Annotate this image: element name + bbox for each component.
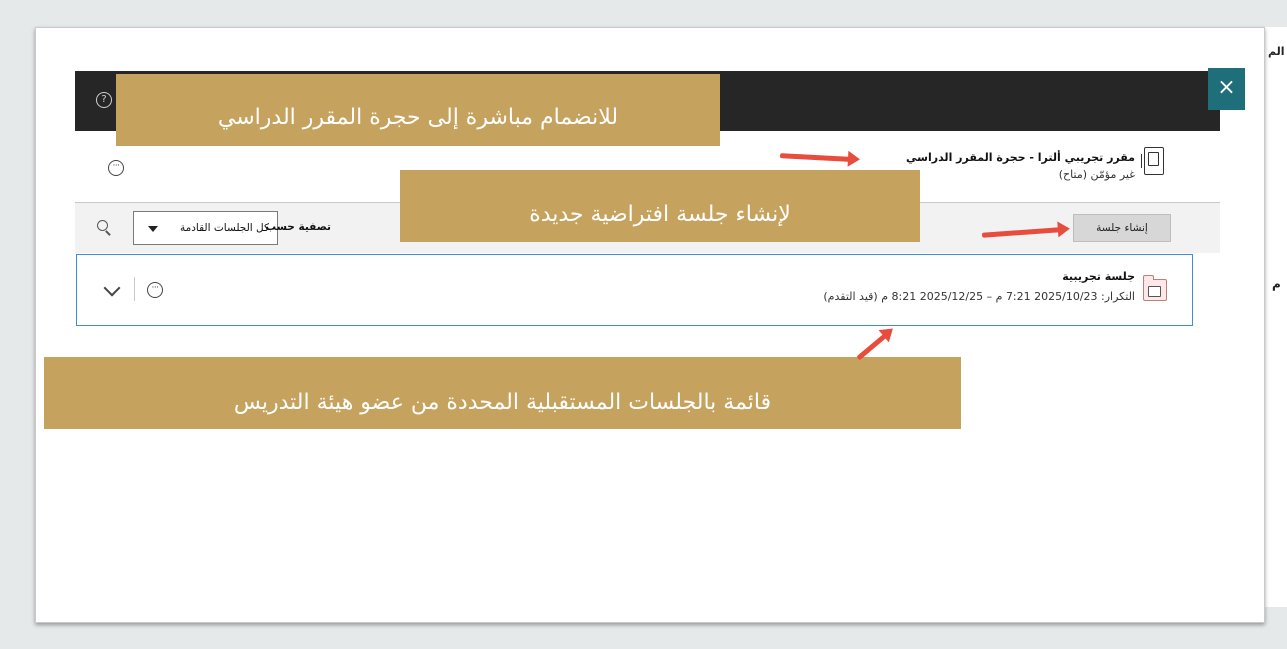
callout-create-session: لإنشاء جلسة افتراضية جديدة bbox=[400, 170, 920, 242]
session-title[interactable]: جلسة تجريبية bbox=[1062, 270, 1135, 283]
callout-join-room: للانضمام مباشرة إلى حجرة المقرر الدراسي bbox=[116, 74, 720, 146]
row-divider bbox=[134, 277, 135, 301]
room-door-icon bbox=[1141, 147, 1164, 175]
edge-text-top: الم bbox=[1268, 45, 1285, 58]
room-more-options-icon[interactable]: ··· bbox=[108, 160, 124, 176]
filter-select[interactable]: كل الجلسات القادمة bbox=[133, 211, 278, 245]
session-icon-tab bbox=[1142, 275, 1154, 280]
session-icon-inner bbox=[1148, 286, 1161, 297]
filter-select-value: كل الجلسات القادمة bbox=[179, 222, 269, 234]
create-session-button[interactable]: إنشاء جلسة bbox=[1073, 214, 1171, 242]
help-circle-icon[interactable]: ? bbox=[96, 92, 112, 108]
filter-label: تصفية حسب bbox=[265, 221, 331, 233]
course-room-title[interactable]: مقرر تجريبي ألترا - حجرة المقرر الدراسي bbox=[906, 151, 1135, 164]
session-more-options-icon[interactable]: ··· bbox=[147, 282, 163, 298]
callout-upcoming-list: قائمة بالجلسات المستقبلية المحددة من عضو… bbox=[44, 357, 961, 429]
search-icon[interactable] bbox=[97, 220, 111, 236]
edge-text-mid: م bbox=[1272, 277, 1281, 291]
caret-down-icon bbox=[148, 226, 158, 232]
session-detail: التكرار: 2025/10/23 7:21 م – 2025/12/25 … bbox=[823, 290, 1135, 303]
session-calendar-icon bbox=[1142, 275, 1167, 301]
course-room-status: غير مؤمّن (متاح) bbox=[1058, 168, 1135, 181]
close-button[interactable]: × bbox=[1208, 68, 1245, 110]
